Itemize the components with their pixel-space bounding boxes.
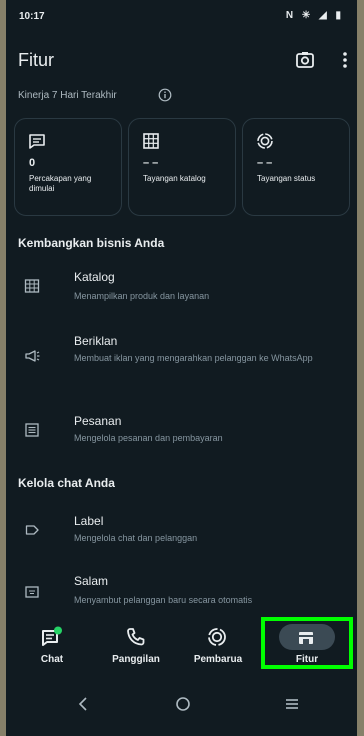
card-label: Percakapan yang dimulai <box>29 174 92 193</box>
megaphone-icon <box>25 350 40 362</box>
item-title: Label <box>74 514 104 528</box>
more-vert-icon[interactable] <box>340 50 350 70</box>
item-description: Mengelola chat dan pelanggan <box>74 533 198 543</box>
item-description: Menyambut pelanggan baru secara otomatis <box>74 595 253 605</box>
list-item-orders[interactable]: Pesanan Mengelola pesanan dan pembayaran <box>0 410 364 458</box>
item-title: Beriklan <box>74 334 118 348</box>
home-icon[interactable] <box>173 694 193 714</box>
tab-updates[interactable]: Pembarua <box>178 612 258 672</box>
orders-icon <box>25 423 39 437</box>
label-icon <box>25 525 39 535</box>
app-bar: Fitur <box>0 40 364 80</box>
item-description: Membuat iklan yang mengarahkan pelanggan… <box>74 353 313 363</box>
tab-label: Chat <box>40 654 64 665</box>
performance-card-catalog[interactable]: – – Tayangan katalog <box>128 118 236 216</box>
card-label: Tayangan katalog <box>143 174 206 183</box>
list-item-label[interactable]: Label Mengelola chat dan pelanggan <box>0 510 364 558</box>
back-icon[interactable] <box>74 694 94 714</box>
unread-badge <box>54 626 62 635</box>
tab-calls[interactable]: Panggilan <box>96 612 176 672</box>
phone-screen: 10:17 N ✳ ◢ ▮ Fitur Kinerja 7 Hari Terak… <box>0 0 364 736</box>
performance-label: Kinerja 7 Hari Terakhir <box>18 90 117 101</box>
phone-icon <box>127 628 145 646</box>
list-item-advertise[interactable]: Beriklan Membuat iklan yang mengarahkan … <box>0 330 364 386</box>
performance-card-status[interactable]: – – Tayangan status <box>242 118 350 216</box>
camera-icon[interactable] <box>295 50 315 70</box>
list-item-catalog[interactable]: Katalog Menampilkan produk dan layanan <box>0 266 364 318</box>
item-title: Katalog <box>74 270 115 284</box>
background-edge-right <box>357 0 364 736</box>
list-item-greeting[interactable]: Salam Menyambut pelanggan baru secara ot… <box>0 572 364 612</box>
card-value: 0 <box>29 157 36 169</box>
section-title-manage: Kelola chat Anda <box>18 476 115 490</box>
system-nav-bar <box>0 682 364 736</box>
item-title: Pesanan <box>74 414 122 428</box>
greeting-icon <box>25 586 39 598</box>
tab-label: Panggilan <box>112 654 160 665</box>
updates-icon <box>208 628 226 646</box>
info-icon[interactable] <box>158 88 172 102</box>
page-title: Fitur <box>18 50 54 70</box>
card-label: Tayangan status <box>257 174 316 183</box>
chat-icon <box>42 626 62 646</box>
status-icon <box>257 133 273 149</box>
background-edge-left <box>0 0 6 736</box>
tab-chat[interactable]: Chat <box>12 612 92 672</box>
highlight-box <box>261 617 353 669</box>
status-bar: 10:17 N ✳ ◢ ▮ <box>0 0 364 30</box>
item-description: Mengelola pesanan dan pembayaran <box>74 433 223 443</box>
section-title-grow: Kembangkan bisnis Anda <box>18 236 165 250</box>
performance-card-conversations[interactable]: 0 Percakapan yang dimulai <box>14 118 122 216</box>
card-value: – – <box>143 157 159 169</box>
card-value: – – <box>257 157 273 169</box>
tab-label: Pembarua <box>193 654 243 665</box>
catalog-icon <box>24 279 40 293</box>
item-description: Menampilkan produk dan layanan <box>74 291 210 301</box>
recents-icon[interactable] <box>282 694 302 714</box>
chat-icon <box>29 134 45 149</box>
status-time: 10:17 <box>19 11 45 22</box>
item-title: Salam <box>74 574 109 588</box>
status-icons: N ✳ ◢ ▮ <box>285 10 344 21</box>
catalog-icon <box>143 133 159 149</box>
